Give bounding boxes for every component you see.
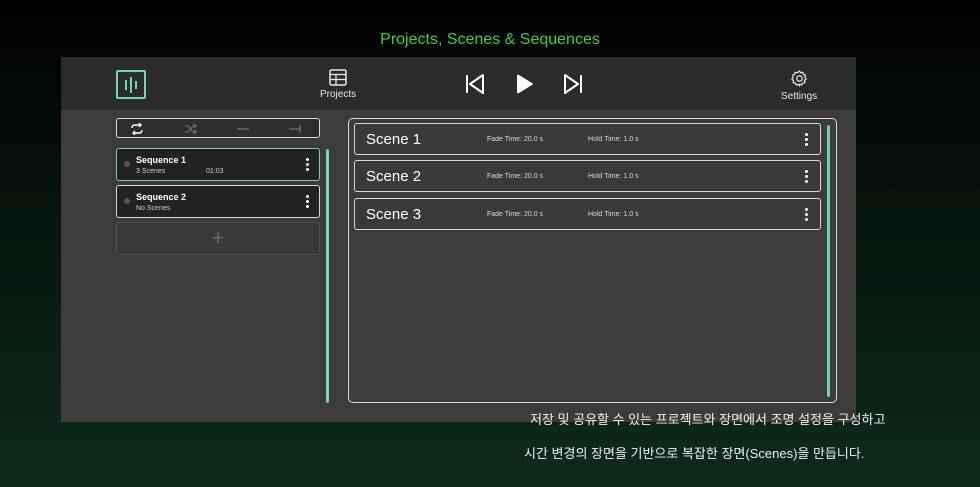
scene-hold-time: Hold Time: 1.0 s [588,136,639,143]
settings-label: Settings [781,91,818,102]
projects-label: Projects [320,89,357,100]
scene-hold-time: Hold Time: 1.0 s [588,173,639,180]
caption-line-2: 시간 변경의 장면을 기반으로 복잡한 장면(Scenes)을 만듭니다. [524,446,865,461]
sequence-name: Sequence 2 [136,192,187,202]
sequence-duration: 01:03 [206,168,224,175]
more-options-icon[interactable] [306,158,310,173]
gear-icon [790,70,807,87]
loop-mode-button[interactable] [130,122,150,136]
sequence-subtitle: 3 Scenes [136,168,166,175]
top-bar: Projects Settings [61,57,856,110]
scene-fade-time: Fade Time: 20.0 s [487,173,544,180]
scene-name: Scene 1 [366,131,422,148]
scene-fade-time: Fade Time: 20.0 s [487,136,544,143]
play-icon [517,74,533,94]
skip-previous-icon [466,74,484,94]
sequence-card-1[interactable]: Sequence 1 3 Scenes 01:03 [116,148,320,181]
projects-button[interactable]: Projects [320,69,356,100]
scene-list: Scene 1 Fade Time: 20.0 s Hold Time: 1.0… [348,118,837,403]
dash-icon [237,128,249,130]
equalizer-logo-icon[interactable] [116,70,146,99]
skip-next-button[interactable] [563,74,583,94]
more-options-icon[interactable] [805,208,809,223]
scene-name: Scene 3 [366,206,422,223]
scene-row-1[interactable]: Scene 1 Fade Time: 20.0 s Hold Time: 1.0… [354,123,821,155]
skip-previous-button[interactable] [465,74,485,94]
single-mode-button[interactable] [236,122,256,135]
add-sequence-button[interactable]: + [116,222,320,255]
stop-at-end-mode-button[interactable] [288,122,308,135]
sequence-subtitle: No Scenes [136,205,171,212]
skip-next-icon [564,74,582,94]
sequence-list: Sequence 1 3 Scenes 01:03 Sequence 2 No … [116,148,320,255]
scene-row-2[interactable]: Scene 2 Fade Time: 20.0 s Hold Time: 1.0… [354,160,821,192]
table-grid-icon [329,69,347,86]
app-window: Projects Settings Sequence 1 3 Scenes 01… [61,57,856,422]
sequence-name: Sequence 1 [136,155,187,165]
sequence-list-scrollbar[interactable] [326,149,329,403]
loop-icon [131,122,143,136]
settings-button[interactable]: Settings [781,69,817,102]
shuffle-icon [185,123,197,135]
shuffle-mode-button[interactable] [184,122,204,135]
sequence-card-2[interactable]: Sequence 2 No Scenes [116,185,320,218]
status-dot [124,161,130,167]
scene-list-scrollbar[interactable] [827,125,830,397]
plus-icon: + [211,225,225,250]
scene-fade-time: Fade Time: 20.0 s [487,211,544,218]
play-button[interactable] [514,74,534,94]
status-dot [124,198,130,204]
caption-line-1: 저장 및 공유할 수 있는 프로젝트와 장면에서 조명 설정을 구성하고 [530,412,886,427]
scene-row-3[interactable]: Scene 3 Fade Time: 20.0 s Hold Time: 1.0… [354,198,821,230]
stop-end-icon [289,125,301,133]
more-options-icon[interactable] [805,170,809,185]
page-title: Projects, Scenes & Sequences [380,31,600,48]
more-options-icon[interactable] [306,195,310,210]
more-options-icon[interactable] [805,133,809,148]
scene-hold-time: Hold Time: 1.0 s [588,211,639,218]
playback-mode-bar [116,118,320,138]
scene-name: Scene 2 [366,168,422,185]
